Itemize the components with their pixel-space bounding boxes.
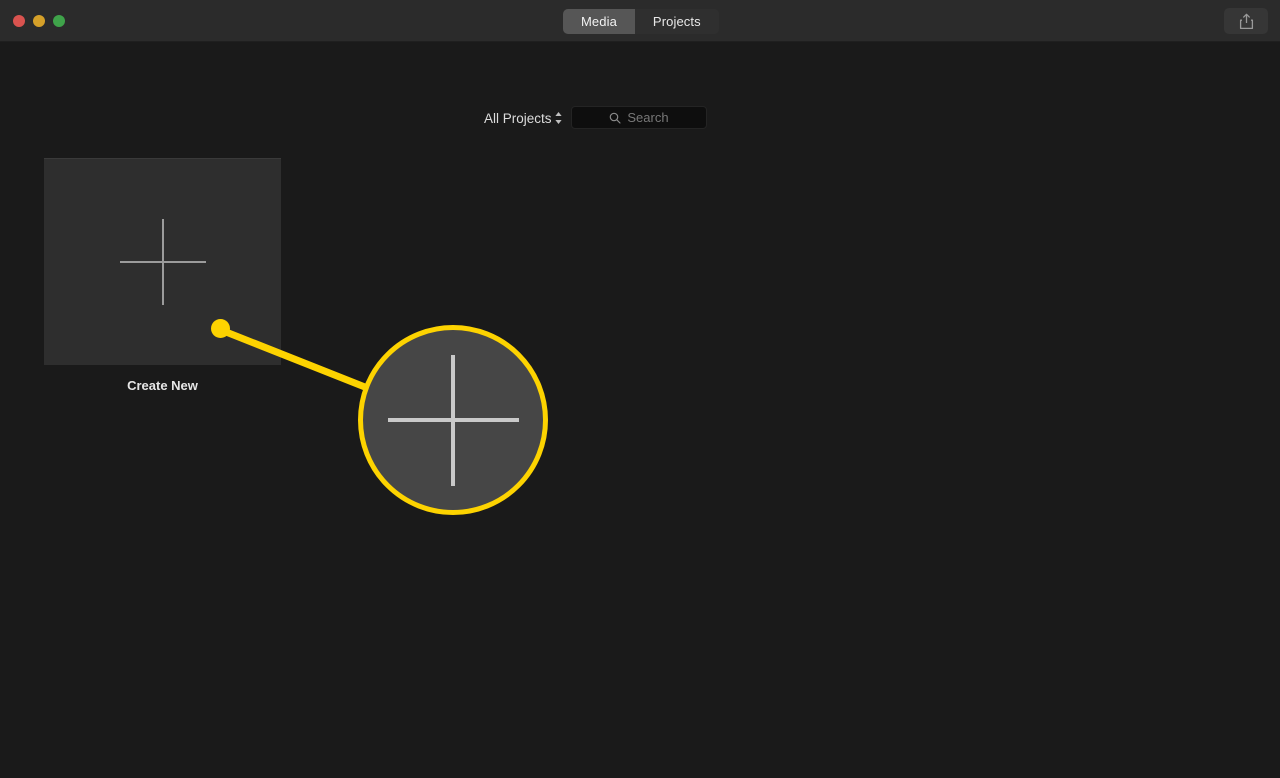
projects-grid: Create New <box>0 108 1280 778</box>
close-window-icon[interactable] <box>13 15 25 27</box>
plus-icon <box>119 219 206 305</box>
title-bar: Media Projects <box>0 0 1280 42</box>
create-new-item[interactable]: Create New <box>44 158 281 393</box>
library-toolbar: All Projects Search <box>0 42 1280 129</box>
zoom-window-icon[interactable] <box>53 15 65 27</box>
share-button[interactable] <box>1224 8 1268 34</box>
magnified-plus-icon <box>387 354 519 486</box>
imovie-projects-window: Media Projects All Projects Search Creat… <box>0 0 1280 778</box>
tab-projects[interactable]: Projects <box>634 9 719 34</box>
share-export-icon <box>1239 13 1254 30</box>
tab-media[interactable]: Media <box>563 9 635 34</box>
create-new-label: Create New <box>127 378 198 393</box>
callout-magnifier-circle <box>358 325 548 515</box>
callout-anchor-dot <box>211 319 230 338</box>
view-mode-segmented-control: Media Projects <box>563 9 719 34</box>
create-new-tile[interactable] <box>44 158 281 365</box>
traffic-light-controls <box>13 15 65 27</box>
minimize-window-icon[interactable] <box>33 15 45 27</box>
